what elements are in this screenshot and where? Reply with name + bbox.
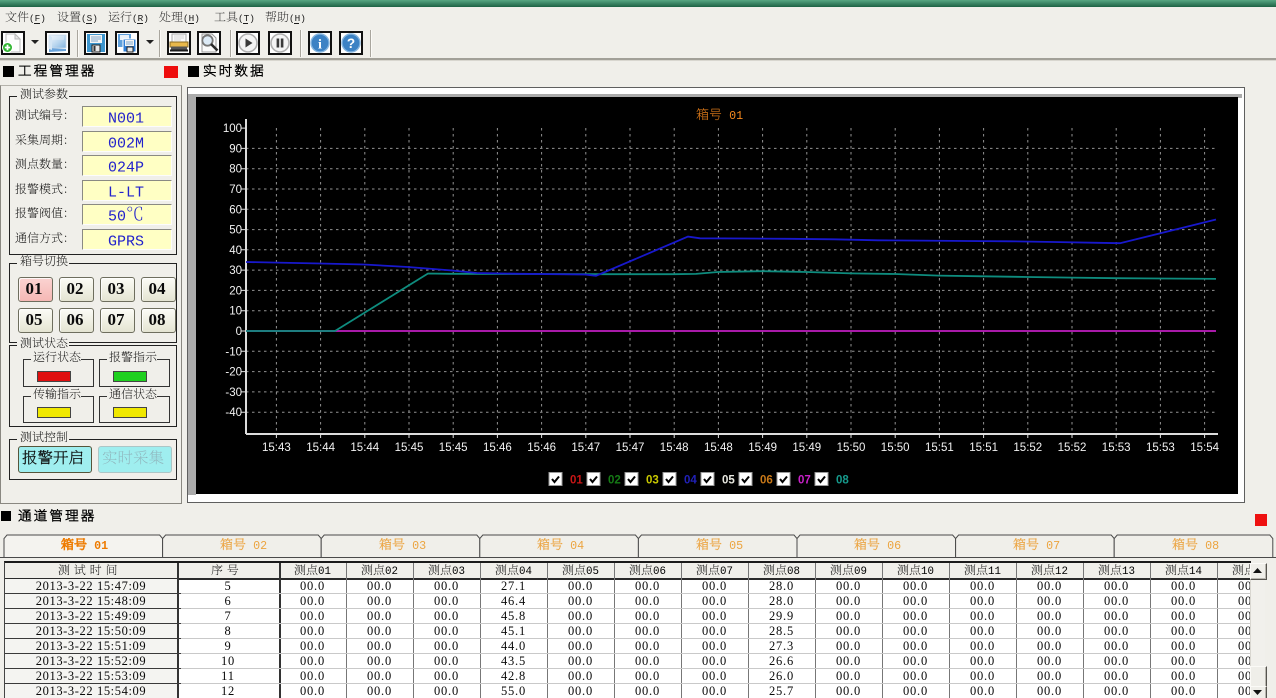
svg-text:08: 08 <box>787 566 800 578</box>
svg-text:15:47: 15:47 <box>571 442 600 454</box>
svg-text:07: 07 <box>720 566 733 578</box>
svg-text:10: 10 <box>229 306 242 318</box>
svg-text:L-LT: L-LT <box>108 184 144 201</box>
svg-text:024P: 024P <box>108 159 144 176</box>
svg-text:05: 05 <box>729 539 743 553</box>
svg-text:15:53: 15:53 <box>1102 442 1131 454</box>
svg-text:?: ? <box>347 36 355 51</box>
svg-text:01: 01 <box>570 475 583 487</box>
svg-text:04: 04 <box>570 539 584 553</box>
svg-text:80: 80 <box>229 164 242 176</box>
svg-text:15:52: 15:52 <box>1013 442 1042 454</box>
svg-text:15:51: 15:51 <box>925 442 954 454</box>
svg-text:03: 03 <box>412 539 426 553</box>
svg-text:15:50: 15:50 <box>881 442 910 454</box>
svg-text:02: 02 <box>608 475 621 487</box>
svg-text:15:43: 15:43 <box>262 442 291 454</box>
svg-text:15:44: 15:44 <box>350 442 379 454</box>
svg-text:05: 05 <box>586 566 599 578</box>
svg-text:i: i <box>318 38 322 53</box>
svg-text:60: 60 <box>229 204 242 216</box>
svg-text:03: 03 <box>452 566 465 578</box>
svg-text:40: 40 <box>229 245 242 257</box>
svg-text:13: 13 <box>1122 566 1135 578</box>
svg-text:15:49: 15:49 <box>792 442 821 454</box>
svg-text:04: 04 <box>684 475 697 487</box>
svg-text:-10: -10 <box>225 346 242 358</box>
svg-text:15:45: 15:45 <box>439 442 468 454</box>
svg-text:07: 07 <box>798 475 811 487</box>
svg-text:15:51: 15:51 <box>969 442 998 454</box>
svg-text:-40: -40 <box>225 407 242 419</box>
svg-text:08: 08 <box>1205 539 1219 553</box>
svg-text:30: 30 <box>229 265 242 277</box>
svg-text:15:44: 15:44 <box>306 442 335 454</box>
svg-text:15:49: 15:49 <box>748 442 777 454</box>
svg-text:06: 06 <box>760 475 773 487</box>
svg-text:15:54: 15:54 <box>1190 442 1219 454</box>
svg-text:10: 10 <box>921 566 934 578</box>
svg-text:01: 01 <box>318 566 331 578</box>
svg-text:04: 04 <box>519 566 532 578</box>
svg-text:-30: -30 <box>225 387 242 399</box>
svg-text:15:52: 15:52 <box>1058 442 1087 454</box>
svg-text:03: 03 <box>646 475 659 487</box>
svg-text:05: 05 <box>722 475 735 487</box>
svg-text:06: 06 <box>887 539 901 553</box>
svg-text:GPRS: GPRS <box>108 233 144 250</box>
svg-text:002M: 002M <box>108 135 144 152</box>
svg-text:20: 20 <box>229 285 242 297</box>
svg-text:15:48: 15:48 <box>704 442 733 454</box>
svg-text:08: 08 <box>836 475 849 487</box>
svg-text:11: 11 <box>988 566 1001 578</box>
svg-text:12: 12 <box>1055 566 1068 578</box>
svg-text:01: 01 <box>94 539 108 553</box>
svg-text:100: 100 <box>223 123 242 135</box>
svg-text:15:46: 15:46 <box>527 442 556 454</box>
svg-text:14: 14 <box>1189 566 1202 578</box>
svg-text:15:47: 15:47 <box>616 442 645 454</box>
svg-text:90: 90 <box>229 143 242 155</box>
svg-text:15:53: 15:53 <box>1146 442 1175 454</box>
svg-text:50: 50 <box>229 225 242 237</box>
svg-text:15:46: 15:46 <box>483 442 512 454</box>
svg-text:01: 01 <box>729 109 743 123</box>
svg-text:70: 70 <box>229 184 242 196</box>
svg-text:09: 09 <box>854 566 867 578</box>
svg-text:06: 06 <box>653 566 666 578</box>
svg-text:-20: -20 <box>225 367 242 379</box>
svg-text:N001: N001 <box>108 110 144 127</box>
svg-text:07: 07 <box>1046 539 1060 553</box>
svg-text:0: 0 <box>236 326 242 338</box>
svg-text:02: 02 <box>253 539 267 553</box>
svg-text:50: 50 <box>108 208 126 225</box>
svg-text:15:45: 15:45 <box>395 442 424 454</box>
svg-text:15:48: 15:48 <box>660 442 689 454</box>
svg-text:02: 02 <box>385 566 398 578</box>
svg-text:15:50: 15:50 <box>837 442 866 454</box>
